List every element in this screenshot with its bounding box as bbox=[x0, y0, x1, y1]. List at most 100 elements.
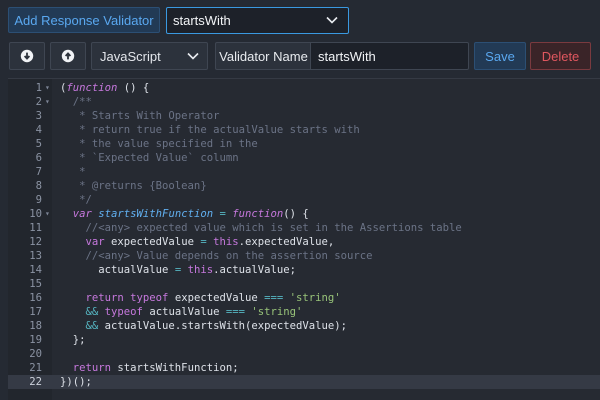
save-button[interactable]: Save bbox=[474, 42, 526, 70]
code-token: * the value specified in the bbox=[60, 138, 258, 150]
code-line: 17 && typeof actualValue === 'string' bbox=[8, 305, 600, 319]
code-token: this bbox=[187, 264, 214, 276]
code-text: * `Expected Value` column bbox=[60, 151, 239, 165]
code-token: = bbox=[213, 208, 233, 220]
validator-select-value: startsWith bbox=[173, 13, 231, 28]
line-number: 17 bbox=[29, 306, 42, 318]
line-number: 14 bbox=[29, 264, 42, 276]
code-line: 7 * bbox=[8, 165, 600, 179]
code-line: 14 actualValue = this.actualValue; bbox=[8, 263, 600, 277]
code-token: actualValue bbox=[60, 264, 175, 276]
line-number: 10 bbox=[29, 208, 42, 220]
line-number: 21 bbox=[29, 362, 42, 374]
code-line: 6 * `Expected Value` column bbox=[8, 151, 600, 165]
code-text: return typeof expectedValue === 'string' bbox=[60, 291, 341, 305]
code-token: () { bbox=[283, 208, 309, 220]
line-number: 7 bbox=[35, 166, 42, 178]
fold-toggle-icon[interactable]: ▾ bbox=[45, 95, 50, 109]
code-line: 4 * return true if the actualValue start… bbox=[8, 123, 600, 137]
code-text: return startsWithFunction; bbox=[60, 361, 239, 375]
code-token: //<any> expected value which is set in t… bbox=[60, 222, 462, 234]
line-number: 13 bbox=[29, 250, 42, 262]
code-token: expectedValue bbox=[174, 292, 265, 304]
code-token: var bbox=[60, 208, 99, 220]
code-text: var expectedValue = this.expectedValue, bbox=[60, 235, 335, 249]
code-token: === bbox=[225, 306, 252, 318]
fold-toggle-icon[interactable]: ▾ bbox=[45, 207, 50, 221]
code-line: 22 })(); bbox=[8, 375, 600, 389]
code-token: /** bbox=[60, 96, 92, 108]
code-token: && bbox=[60, 306, 105, 318]
line-number: 9 bbox=[35, 194, 42, 206]
code-line: 20 bbox=[8, 347, 600, 361]
code-token: === bbox=[264, 292, 290, 304]
chevron-down-icon bbox=[187, 52, 199, 60]
code-token: expectedValue bbox=[111, 236, 201, 248]
code-text: * the value specified in the bbox=[60, 137, 258, 151]
code-line: 19 }; bbox=[8, 333, 600, 347]
code-text: actualValue = this.actualValue; bbox=[60, 263, 296, 277]
code-token: typeof bbox=[104, 306, 150, 318]
code-token: actualValue bbox=[149, 306, 226, 318]
line-number: 3 bbox=[35, 110, 42, 122]
line-number: 4 bbox=[35, 124, 42, 136]
code-token: * @returns {Boolean} bbox=[60, 180, 207, 192]
code-line: 18 && actualValue.startsWith(expectedVal… bbox=[8, 319, 600, 333]
line-number: 20 bbox=[29, 348, 42, 360]
code-token: function bbox=[232, 208, 284, 220]
code-token: var bbox=[60, 236, 112, 248]
code-token: 'string' bbox=[251, 306, 303, 318]
code-token: this bbox=[213, 236, 239, 248]
validator-select[interactable]: startsWith bbox=[166, 7, 349, 34]
code-line: 13 //<any> Value depends on the assertio… bbox=[8, 249, 600, 263]
code-token: .actualValue; bbox=[213, 264, 297, 276]
line-number: 15 bbox=[29, 278, 42, 290]
fold-toggle-icon[interactable]: ▾ bbox=[45, 81, 50, 95]
code-line: 9 */ bbox=[8, 193, 600, 207]
code-line: 15 bbox=[8, 277, 600, 291]
code-token: //<any> Value depends on the assertion s… bbox=[60, 250, 373, 262]
line-number: 22 bbox=[29, 376, 42, 388]
code-token: * Starts With Operator bbox=[60, 110, 220, 122]
code-token: }; bbox=[60, 334, 86, 346]
validator-name-input[interactable]: startsWith bbox=[310, 42, 469, 70]
code-line: 21 return startsWithFunction; bbox=[8, 361, 600, 375]
code-token: startsWithFunction bbox=[98, 208, 214, 220]
chevron-down-icon bbox=[326, 16, 338, 24]
arrow-up-circle-icon bbox=[61, 49, 75, 63]
code-token: = bbox=[174, 264, 188, 276]
code-text: * bbox=[60, 165, 86, 179]
code-token: * return true if the actualValue starts … bbox=[60, 124, 360, 136]
line-number: 5 bbox=[35, 138, 42, 150]
line-number: 6 bbox=[35, 152, 42, 164]
code-token: && bbox=[60, 320, 105, 332]
code-line: 16 return typeof expectedValue === 'stri… bbox=[8, 291, 600, 305]
code-line: 1 ▾ (function () { bbox=[8, 81, 600, 95]
language-select[interactable]: JavaScript bbox=[91, 42, 208, 70]
code-token: actualValue.startsWith(expectedValue); bbox=[104, 320, 348, 332]
line-number: 19 bbox=[29, 334, 42, 346]
code-token: * bbox=[60, 166, 86, 178]
validator-name-label: Validator Name bbox=[215, 42, 311, 70]
code-text: && typeof actualValue === 'string' bbox=[60, 305, 303, 319]
code-line: 3 * Starts With Operator bbox=[8, 109, 600, 123]
move-down-button[interactable] bbox=[9, 42, 45, 70]
line-number: 1 bbox=[35, 82, 42, 94]
code-token: return bbox=[60, 362, 118, 374]
code-editor[interactable]: 1 ▾ (function () {2 ▾ /** 3 * Starts With Op… bbox=[8, 78, 600, 400]
code-token: })(); bbox=[60, 376, 92, 388]
code-text: })(); bbox=[60, 375, 92, 389]
line-number: 12 bbox=[29, 236, 42, 248]
code-line: 12 var expectedValue = this.expectedValu… bbox=[8, 235, 600, 249]
line-number: 8 bbox=[35, 180, 42, 192]
line-number: 18 bbox=[29, 320, 42, 332]
move-up-button[interactable] bbox=[50, 42, 86, 70]
delete-button[interactable]: Delete bbox=[530, 42, 591, 70]
code-text: * return true if the actualValue starts … bbox=[60, 123, 360, 137]
code-token: .expectedValue, bbox=[238, 236, 335, 248]
code-line: 11 //<any> expected value which is set i… bbox=[8, 221, 600, 235]
code-token: * `Expected Value` column bbox=[60, 152, 239, 164]
code-text: var startsWithFunction = function() { bbox=[60, 207, 309, 221]
line-number: 2 bbox=[35, 96, 42, 108]
add-response-validator-button[interactable]: Add Response Validator bbox=[8, 7, 160, 33]
